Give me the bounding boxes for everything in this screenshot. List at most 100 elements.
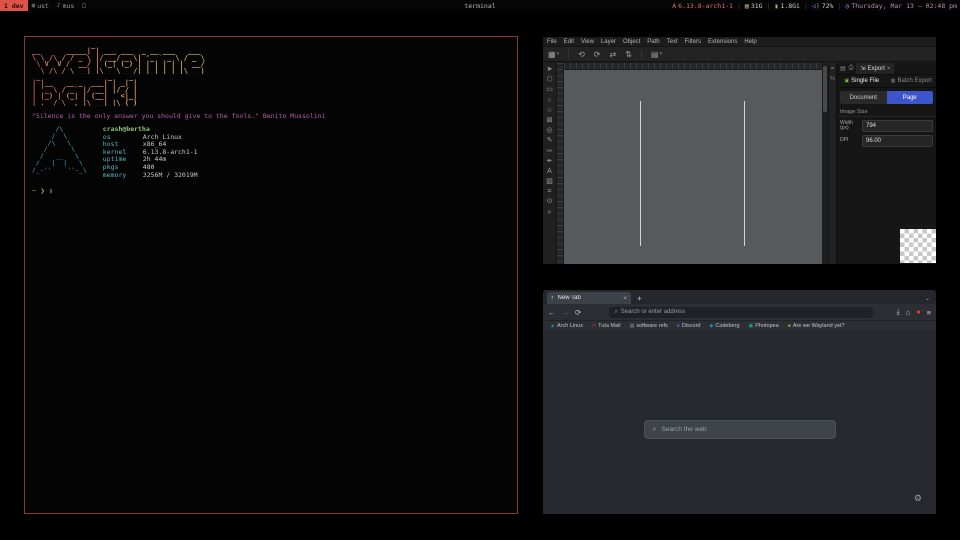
menu-icon[interactable]: ≡	[927, 308, 931, 317]
cursor: ▮	[49, 187, 53, 195]
snap-option[interactable]: %	[830, 76, 834, 82]
bookmark-discord[interactable]: ●Discord	[677, 323, 701, 329]
navigation-bar: ← → ⟳ ⌕ Search or enter address ⤓ ⌂ ● ≡	[543, 304, 936, 321]
globe-icon: ◐	[551, 295, 555, 301]
bookmark-codeberg[interactable]: ◆Codeberg	[709, 323, 739, 329]
tab-bar: ◐ New Tab × + ⌄	[543, 290, 936, 304]
menu-extensions[interactable]: Extensions	[708, 39, 737, 45]
menu-path[interactable]: Path	[647, 39, 659, 45]
workspace-ust[interactable]: ◍ ust	[28, 0, 53, 11]
ellipse-tool[interactable]: ○	[547, 97, 551, 104]
gear-icon[interactable]: ⚙	[914, 493, 922, 504]
bookmark-arch-linux[interactable]: ▲Arch Linux	[550, 323, 583, 329]
rotate-ccw-button[interactable]: ⟲	[578, 50, 585, 59]
url-bar[interactable]: ⌕ Search or enter address	[609, 307, 872, 318]
dialog-tab-bar: ▤ ⎙ ⇲ Export ×	[837, 63, 936, 75]
rectangle-tool[interactable]: ▭	[546, 86, 553, 93]
inkscape-window: File Edit View Layer Object Path Text Fi…	[543, 37, 936, 264]
tab-title: New Tab	[558, 295, 621, 301]
export-tab-label: Export	[868, 66, 885, 72]
scrollbar-thumb[interactable]	[823, 66, 827, 112]
canvas-scrollbar[interactable]	[822, 63, 828, 264]
separator: |	[767, 2, 771, 10]
export-mode-tabs: ▣ Single File ▦ Batch Export	[837, 75, 936, 88]
flip-vertical-button[interactable]: ⇅	[625, 50, 632, 59]
box-tool[interactable]: ⊠	[547, 117, 553, 124]
drawing-canvas[interactable]	[564, 70, 822, 264]
menu-view[interactable]: View	[581, 39, 594, 45]
zoom-tool[interactable]: ⌕	[548, 209, 552, 216]
search-icon: ⌕	[614, 309, 617, 316]
new-tab-button[interactable]: +	[637, 294, 642, 303]
workspace-dev[interactable]: 1 dev	[0, 0, 28, 11]
download-icon[interactable]: ⤓	[897, 307, 900, 317]
single-file-tab[interactable]: ▣ Single File	[837, 78, 887, 84]
dropper-tool[interactable]: ⊙	[547, 198, 553, 205]
spiral-tool[interactable]: ◎	[546, 127, 552, 134]
mesh-tool[interactable]: ⌗	[548, 188, 552, 195]
selection-mode-button[interactable]: ▦▾	[548, 50, 559, 59]
close-icon[interactable]: ×	[887, 66, 891, 72]
rotate-ccw-icon: ⟲	[578, 50, 585, 59]
chevron-down-icon[interactable]: ⌄	[925, 295, 930, 302]
menu-filters[interactable]: Filters	[685, 39, 701, 45]
text-tool[interactable]: A	[547, 168, 552, 175]
rotate-cw-button[interactable]: ⟳	[594, 50, 601, 59]
image-size-heading: Image Size	[837, 106, 936, 117]
dpi-field-row: DPI 96.00	[840, 135, 933, 147]
selector-tool[interactable]: ➤	[547, 66, 553, 73]
forward-button[interactable]: →	[562, 308, 570, 317]
close-icon[interactable]: ×	[623, 295, 627, 302]
extension-icon[interactable]: ●	[916, 309, 920, 316]
page-button[interactable]: Page	[887, 91, 934, 104]
flip-horizontal-button[interactable]: ⇄	[609, 50, 616, 59]
workspace-4[interactable]: □	[78, 0, 90, 11]
fetch-label: memory	[103, 172, 143, 180]
width-input[interactable]: 794	[862, 120, 933, 132]
batch-export-tab[interactable]: ▦ Batch Export	[887, 78, 937, 84]
menu-help[interactable]: Help	[744, 39, 756, 45]
menu-layer[interactable]: Layer	[601, 39, 616, 45]
pen-tool[interactable]: ✑	[547, 148, 553, 155]
web-search-input[interactable]: ⌕ Search the web	[644, 420, 836, 439]
menu-file[interactable]: File	[547, 39, 557, 45]
bookmark-are-we-wayland-yet[interactable]: ●Are we Wayland yet?	[788, 323, 845, 329]
workspace-mus[interactable]: ♪ mus	[53, 0, 78, 11]
kernel-version: 6.13.8-arch1-1	[678, 2, 733, 10]
home-icon[interactable]: ⌂	[906, 308, 911, 317]
star-tool[interactable]: ☆	[546, 107, 552, 114]
gradient-tool[interactable]: ▧	[546, 178, 553, 185]
width-label: Width (px)	[840, 121, 860, 132]
menu-edit[interactable]: Edit	[564, 39, 574, 45]
new-tab-page: ⌕ Search the web ⚙	[543, 332, 936, 514]
calligraphy-tool[interactable]: ✒	[547, 158, 553, 165]
document-properties-icon[interactable]: ▤	[840, 65, 846, 72]
print-icon[interactable]: ⎙	[849, 65, 854, 72]
tab-new-tab[interactable]: ◐ New Tab ×	[547, 292, 631, 304]
raise-lower-button[interactable]: ▤▾	[651, 50, 662, 59]
document-button[interactable]: Document	[840, 91, 887, 104]
bookmark-photopea[interactable]: ▣Photopea	[749, 323, 779, 329]
vertical-ruler	[557, 63, 564, 264]
terminal-window[interactable]: _ __ _____| | ___ ___ _ __ ___ ___ \ \ /…	[24, 36, 518, 514]
shell-prompt[interactable]: ~ ❯ ▮	[32, 187, 510, 195]
volume-module[interactable]: ◁) 72%	[812, 2, 834, 10]
pencil-tool[interactable]: ✎	[547, 137, 553, 144]
dpi-input[interactable]: 96.00	[862, 135, 933, 147]
menu-text[interactable]: Text	[667, 39, 678, 45]
export-tab[interactable]: ⇲ Export ×	[856, 63, 894, 74]
menu-object[interactable]: Object	[623, 39, 640, 45]
single-file-icon: ▣	[844, 78, 849, 84]
separator: |	[837, 2, 841, 10]
bookmark-tuta-mail[interactable]: ✉Tuta Mail	[592, 323, 621, 329]
flip-vertical-icon: ⇅	[625, 50, 632, 59]
snap-toggle[interactable]: ⌗	[831, 66, 834, 72]
back-button[interactable]: ←	[548, 308, 556, 317]
disk-usage: 31G	[751, 2, 763, 10]
reload-button[interactable]: ⟳	[575, 308, 581, 317]
bookmark-folder-software-refs[interactable]: ▤software refs	[630, 323, 668, 329]
node-tool[interactable]: ⬡	[546, 76, 552, 83]
bookmarks-bar: ▲Arch Linux ✉Tuta Mail ▤software refs ●D…	[543, 321, 936, 332]
export-icon: ⇲	[860, 65, 865, 72]
wayland-icon: ●	[788, 323, 791, 329]
